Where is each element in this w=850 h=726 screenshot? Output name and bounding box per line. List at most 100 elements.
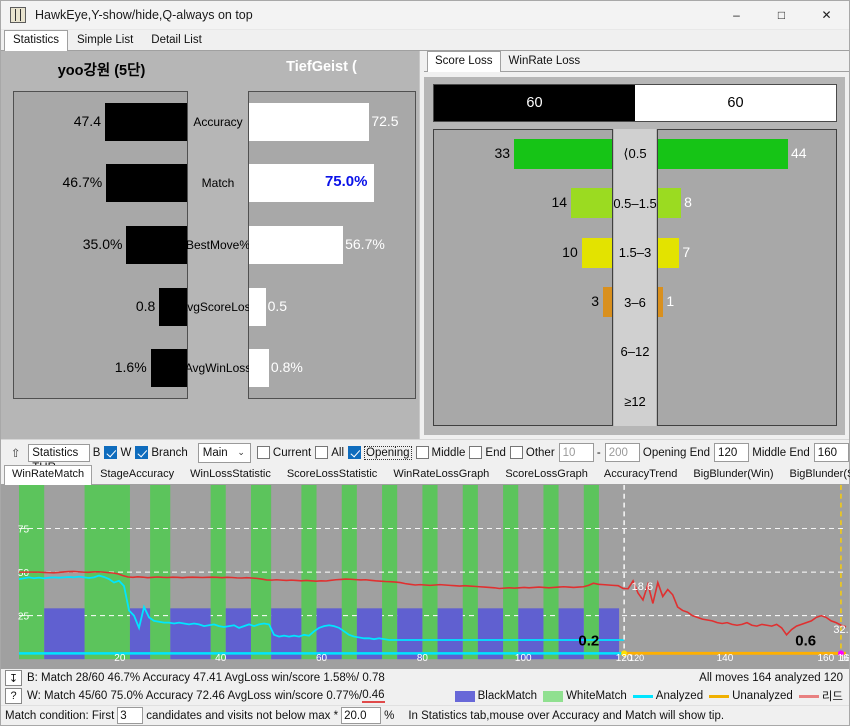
all-moves-text: All moves 164 analyzed 120 [699, 672, 843, 684]
condition-percent-input[interactable]: 20.0 [341, 707, 382, 724]
tab-statistics[interactable]: Statistics [4, 30, 69, 51]
tab-winlossstatistic[interactable]: WinLossStatistic [182, 465, 279, 484]
white-value: 0.5 [267, 297, 288, 314]
other-to-input[interactable]: 200 [604, 443, 640, 462]
black-value: 0.8 [135, 297, 156, 314]
black-match-bar [356, 608, 383, 660]
white-bar [249, 102, 370, 141]
metric-label-avgscoreloss: AvgScoreLoss [179, 299, 257, 314]
end-checkbox[interactable] [469, 446, 483, 459]
w-checkbox[interactable] [135, 446, 149, 459]
tab-simple-list[interactable]: Simple List [68, 30, 142, 50]
branch-select[interactable]: Main ⌄ [197, 442, 251, 463]
xtick-label: 140 [717, 653, 734, 664]
loss-range-3: 3–6 [624, 294, 646, 310]
black-match-bar [225, 608, 251, 660]
black-match-bar [437, 608, 463, 660]
window-title: HawkEye,Y-show/hide,Q-always on top [35, 8, 253, 22]
opening-end-label: Opening End [642, 446, 711, 459]
statistics-thr-button[interactable]: Statistics THR [28, 443, 90, 474]
middle-checkbox[interactable] [415, 446, 429, 459]
loss-range-5: ≥12 [624, 393, 646, 409]
close-button[interactable]: ✕ [804, 1, 849, 30]
loss-range-row: 3–6 [614, 278, 656, 328]
help-icon[interactable]: ? [5, 688, 22, 704]
black-match-bar [316, 608, 342, 660]
chart-annotation: 120 [629, 653, 644, 663]
white-loss-value: 44 [790, 144, 807, 161]
tab-winrate-loss[interactable]: WinRate Loss [501, 51, 589, 71]
tab-score-loss[interactable]: Score Loss [427, 51, 501, 72]
loss-range-row: ≥12 [614, 377, 656, 427]
condition-first-input[interactable]: 3 [117, 707, 144, 724]
legend-swatch-whitematch [543, 690, 564, 702]
other-checkbox[interactable] [509, 446, 523, 459]
tab-winratelossgraph[interactable]: WinRateLossGraph [385, 465, 497, 484]
tab-accuracytrend[interactable]: AccuracyTrend [596, 465, 686, 484]
xtick-label: 60 [316, 653, 328, 664]
end-label: End [485, 446, 506, 459]
black-match-bar [397, 608, 423, 660]
player-comparison-panel: yoo강원 (5단) TiefGeist ( Accuracy Match Be… [1, 51, 420, 439]
loss-range-row: 1.5–3 [614, 228, 656, 278]
chart-annotation: 0.2 [578, 633, 599, 649]
current-checkbox[interactable] [256, 446, 270, 459]
black-match-bar [598, 608, 620, 660]
tab-winratematch[interactable]: WinRateMatch [4, 465, 93, 485]
black-loss-value: 33 [494, 144, 511, 161]
ytick-label: 75 [18, 525, 30, 536]
chart-legend: BlackMatch WhiteMatch Analyzed Unanalyze… [454, 688, 849, 704]
tab-scorelossgraph[interactable]: ScoreLossGraph [497, 465, 596, 484]
minimize-button[interactable]: – [714, 1, 759, 30]
collapse-up-icon[interactable]: ⇧ [9, 444, 22, 462]
b-checkbox[interactable] [104, 446, 118, 459]
white-value: 72.5 [371, 112, 399, 129]
metric-row: BestMove% [186, 214, 250, 276]
white-value: 75.0% [324, 173, 368, 191]
black-bar [159, 287, 187, 326]
chart-annotation: 0.6 [795, 633, 816, 649]
metric-row: Match [189, 153, 247, 215]
black-loss-bar [514, 138, 612, 169]
legend-label-analyzed: Analyzed [655, 690, 704, 702]
xtick-label: 80 [417, 653, 429, 664]
xtick-label: 100 [515, 653, 532, 664]
tab-bigblunder-score[interactable]: BigBlunder(Score) [782, 465, 850, 484]
black-bar [104, 102, 187, 141]
tab-detail-list[interactable]: Detail List [142, 30, 211, 50]
loss-tabs: Score Loss WinRate Loss [424, 51, 849, 72]
all-moves-row: All moves 164 analyzed 120 [699, 672, 849, 684]
black-value: 46.7% [62, 174, 103, 191]
black-status-text: B: Match 28/60 46.7% Accuracy 47.41 AvgL… [27, 672, 385, 684]
tab-bigblunder-win[interactable]: BigBlunder(Win) [685, 465, 781, 484]
chevron-down-icon: ⌄ [237, 447, 245, 457]
white-value: 56.7% [345, 236, 385, 252]
black-player-name: yoo강원 (5단) [57, 63, 146, 79]
middle-end-input[interactable]: 160 [813, 443, 849, 462]
legend-line-lead [798, 694, 819, 698]
ytick-label: 25 [18, 612, 30, 623]
black-match-bar [44, 608, 85, 660]
tab-stageaccuracy[interactable]: StageAccuracy [92, 465, 182, 484]
black-marker-icon[interactable]: ↧ [5, 670, 22, 686]
legend-label-blackmatch: BlackMatch [477, 690, 538, 702]
other-from-input[interactable]: 10 [558, 443, 594, 462]
opening-end-input[interactable]: 120 [714, 443, 750, 462]
white-loss-box [657, 129, 837, 426]
legend-label-unanalyzed: Unanalyzed [732, 690, 793, 702]
all-checkbox[interactable] [315, 446, 329, 459]
metric-label-match: Match [201, 176, 235, 191]
winrate-match-chart[interactable]: 2550752040608010012014016016418.60.20.63… [1, 485, 849, 669]
branch-label: Branch [151, 446, 188, 459]
w-label: W [120, 446, 132, 459]
maximize-button[interactable]: □ [759, 1, 804, 30]
white-loss-value: 7 [682, 243, 691, 260]
white-bar [249, 349, 269, 388]
metric-row: AvgScoreLoss [179, 276, 256, 338]
branch-select-value: Main [202, 446, 228, 459]
opening-checkbox[interactable] [348, 446, 362, 459]
condition-prefix: Match condition: First [5, 709, 115, 722]
chart-annotation: 32.1 [833, 624, 849, 636]
tab-scorelossstatistic[interactable]: ScoreLossStatistic [279, 465, 385, 484]
white-player-name: TiefGeist ( [286, 59, 357, 75]
